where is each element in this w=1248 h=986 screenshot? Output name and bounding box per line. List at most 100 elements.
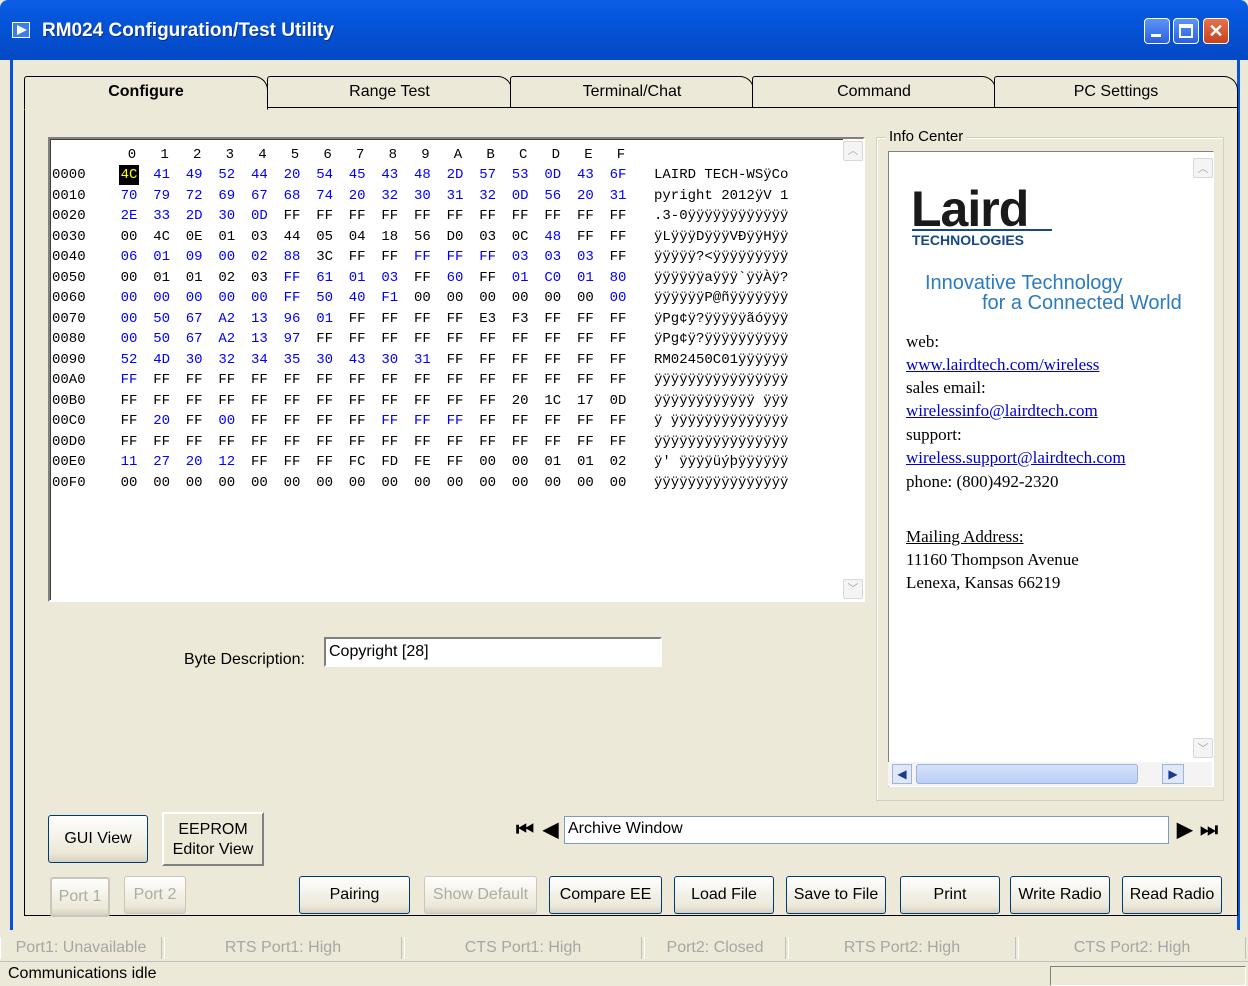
hex-byte-cell[interactable]: 00 — [510, 288, 530, 308]
hex-byte-cell[interactable]: FF — [315, 411, 335, 431]
hex-byte-cell[interactable]: 00 — [217, 288, 237, 308]
hex-byte-cell[interactable]: 31 — [608, 186, 628, 206]
hex-byte-cell[interactable]: FF — [282, 268, 302, 288]
info-scroll-down-icon[interactable]: ﹀ — [1193, 738, 1213, 758]
hex-byte-cell[interactable]: FF — [575, 309, 595, 329]
hex-byte-cell[interactable]: FF — [347, 411, 367, 431]
hex-byte-cell[interactable]: FF — [380, 411, 400, 431]
read-radio-button[interactable]: Read Radio — [1122, 876, 1222, 914]
hex-byte-cell[interactable]: FF — [217, 370, 237, 390]
hex-byte-cell[interactable]: 00 — [119, 329, 139, 349]
hex-byte-cell[interactable]: 52 — [217, 165, 237, 185]
hex-byte-cell[interactable]: 03 — [575, 247, 595, 267]
eeprom-editor-view-button[interactable]: EEPROM Editor View — [162, 812, 264, 866]
hex-byte-cell[interactable]: FF — [445, 452, 465, 472]
hex-byte-cell[interactable]: 33 — [152, 206, 172, 226]
hex-byte-cell[interactable]: 00 — [119, 227, 139, 247]
hex-byte-cell[interactable]: 00 — [412, 288, 432, 308]
write-radio-button[interactable]: Write Radio — [1010, 876, 1110, 914]
hex-byte-cell[interactable]: 01 — [152, 247, 172, 267]
hex-byte-cell[interactable]: FF — [282, 206, 302, 226]
hex-byte-cell[interactable]: 00 — [217, 473, 237, 493]
hex-byte-cell[interactable]: FF — [347, 206, 367, 226]
info-scroll-up-icon[interactable]: ︿ — [1193, 158, 1213, 178]
hex-byte-cell[interactable]: 0D — [543, 165, 563, 185]
hex-byte-cell[interactable]: 88 — [282, 247, 302, 267]
hex-byte-cell[interactable]: FF — [608, 227, 628, 247]
hex-byte-cell[interactable]: 00 — [184, 473, 204, 493]
hex-byte-cell[interactable]: FF — [445, 329, 465, 349]
hex-byte-cell[interactable]: 30 — [217, 206, 237, 226]
hex-byte-cell[interactable]: FF — [575, 432, 595, 452]
hex-byte-cell[interactable]: 00 — [315, 473, 335, 493]
hex-byte-cell[interactable]: 43 — [575, 165, 595, 185]
hex-byte-cell[interactable]: 00 — [510, 452, 530, 472]
hex-byte-cell[interactable]: 18 — [380, 227, 400, 247]
hex-byte-cell[interactable]: FF — [510, 206, 530, 226]
hex-byte-cell[interactable]: 27 — [152, 452, 172, 472]
hex-byte-cell[interactable]: 31 — [445, 186, 465, 206]
hex-byte-cell[interactable]: FF — [315, 206, 335, 226]
hex-byte-cell[interactable]: FF — [608, 432, 628, 452]
hex-byte-cell[interactable]: C0 — [543, 268, 563, 288]
hex-byte-cell[interactable]: 0D — [510, 186, 530, 206]
hex-byte-cell[interactable]: 44 — [282, 227, 302, 247]
hex-byte-cell[interactable]: 79 — [152, 186, 172, 206]
byte-description-field[interactable]: Copyright [28] — [324, 637, 662, 667]
hex-byte-cell[interactable]: 01 — [184, 268, 204, 288]
hex-byte-cell[interactable]: FF — [608, 350, 628, 370]
tab-command[interactable]: Command — [752, 76, 996, 108]
hex-byte-cell[interactable]: FF — [510, 432, 530, 452]
hex-byte-cell[interactable]: FF — [380, 309, 400, 329]
hex-byte-cell[interactable]: FF — [445, 206, 465, 226]
tab-range-test[interactable]: Range Test — [267, 76, 512, 108]
hex-byte-cell[interactable]: FF — [445, 432, 465, 452]
hex-byte-cell[interactable]: 30 — [184, 350, 204, 370]
hex-byte-cell[interactable]: 03 — [510, 247, 530, 267]
hex-byte-cell[interactable]: FF — [543, 370, 563, 390]
hex-byte-cell[interactable]: FF — [119, 411, 139, 431]
scroll-thumb[interactable] — [916, 764, 1138, 784]
hex-byte-cell[interactable]: FF — [249, 370, 269, 390]
hex-byte-cell[interactable]: FF — [608, 370, 628, 390]
hex-byte-cell[interactable]: 30 — [315, 350, 335, 370]
hex-byte-cell[interactable]: 05 — [315, 227, 335, 247]
hex-byte-cell[interactable]: 20 — [510, 391, 530, 411]
hex-byte-cell[interactable]: FF — [510, 370, 530, 390]
hex-byte-cell[interactable]: 00 — [217, 247, 237, 267]
hex-byte-cell[interactable]: 00 — [184, 288, 204, 308]
hex-byte-cell[interactable]: 32 — [217, 350, 237, 370]
hex-byte-cell[interactable]: 70 — [119, 186, 139, 206]
hex-byte-cell[interactable]: 03 — [380, 268, 400, 288]
hex-byte-cell[interactable]: 04 — [347, 227, 367, 247]
hex-byte-cell[interactable]: FF — [347, 370, 367, 390]
hex-byte-cell[interactable]: 32 — [478, 186, 498, 206]
hex-byte-cell[interactable]: 00 — [152, 288, 172, 308]
hex-byte-cell[interactable]: 20 — [282, 165, 302, 185]
hex-byte-cell[interactable]: FF — [575, 411, 595, 431]
hex-byte-cell[interactable]: 00 — [217, 411, 237, 431]
hex-byte-cell[interactable]: FF — [412, 411, 432, 431]
hex-byte-cell[interactable]: 02 — [608, 452, 628, 472]
hex-byte-cell[interactable]: FF — [119, 391, 139, 411]
hex-byte-cell[interactable]: 00 — [478, 452, 498, 472]
hex-byte-cell[interactable]: 00 — [445, 288, 465, 308]
load-file-button[interactable]: Load File — [674, 876, 774, 914]
hex-byte-cell[interactable]: FF — [347, 247, 367, 267]
hex-byte-cell[interactable]: FF — [184, 370, 204, 390]
hex-byte-cell[interactable]: 00 — [249, 288, 269, 308]
hex-byte-cell[interactable]: 69 — [217, 186, 237, 206]
hex-byte-cell[interactable]: E3 — [478, 309, 498, 329]
hex-byte-cell[interactable]: 3C — [315, 247, 335, 267]
hex-byte-cell[interactable]: 96 — [282, 309, 302, 329]
hex-byte-cell[interactable]: 01 — [152, 268, 172, 288]
hex-byte-cell[interactable]: 61 — [315, 268, 335, 288]
hex-byte-cell[interactable]: FF — [152, 432, 172, 452]
hex-byte-cell[interactable]: 00 — [249, 473, 269, 493]
hex-byte-cell[interactable]: FF — [445, 370, 465, 390]
hex-byte-cell[interactable]: FF — [445, 411, 465, 431]
hex-byte-cell[interactable]: FF — [543, 309, 563, 329]
scroll-left-icon[interactable]: ◀ — [892, 764, 912, 784]
hex-byte-cell[interactable]: 48 — [543, 227, 563, 247]
hex-byte-cell[interactable]: FF — [347, 309, 367, 329]
